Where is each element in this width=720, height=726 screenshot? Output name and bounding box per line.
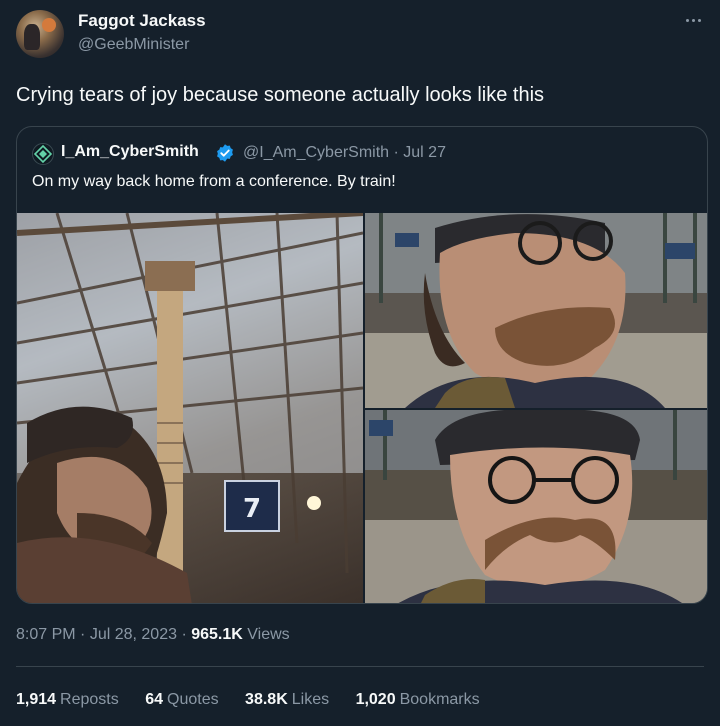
tweet-meta: 8:07 PM · Jul 28, 2023 · 965.1K Views	[16, 626, 290, 643]
bookmarks-stat[interactable]: 1,020 Bookmarks	[356, 691, 480, 709]
photo-station-roof[interactable]: 7	[17, 213, 363, 603]
tweet: Faggot Jackass @GeebMinister Crying tear…	[0, 0, 720, 726]
divider	[16, 666, 704, 667]
views-count: 965.1K	[191, 626, 243, 643]
photo-facing-camera[interactable]	[365, 410, 707, 603]
views-label: Views	[247, 626, 290, 643]
tweet-text: Crying tears of joy because someone actu…	[16, 84, 545, 106]
tweet-date[interactable]: Jul 28, 2023	[90, 626, 177, 643]
likes-count: 38.8K	[245, 691, 288, 708]
media-grid: 7	[17, 213, 707, 603]
reposts-label: Reposts	[60, 691, 119, 708]
reposts-stat[interactable]: 1,914 Reposts	[16, 691, 119, 709]
diamond-avatar-icon	[32, 143, 54, 165]
photo-looking-up[interactable]	[365, 213, 707, 408]
quotes-label: Quotes	[167, 691, 219, 708]
platform-number: 7	[243, 494, 261, 524]
quotes-count: 64	[145, 691, 163, 708]
likes-label: Likes	[291, 691, 330, 708]
quoted-author-name[interactable]: I_Am_CyberSmith	[61, 143, 199, 161]
quoted-handle-date[interactable]: @I_Am_CyberSmith · Jul 27	[243, 144, 446, 162]
bookmarks-count: 1,020	[355, 691, 396, 708]
verified-icon	[217, 144, 233, 162]
author-avatar[interactable]	[16, 10, 64, 58]
quoted-tweet[interactable]: I_Am_CyberSmith @I_Am_CyberSmith · Jul 2…	[16, 126, 708, 604]
author-handle[interactable]: @GeebMinister	[78, 36, 189, 54]
tweet-time[interactable]: 8:07 PM	[16, 626, 76, 643]
engagement-stats: 1,914 Reposts 64 Quotes 38.8K Likes 1,020 Bo…	[16, 691, 502, 709]
bookmarks-label: Bookmarks	[399, 691, 480, 708]
likes-stat[interactable]: 38.8K Likes	[245, 691, 329, 709]
more-icon[interactable]	[682, 10, 706, 30]
author-display-name[interactable]: Faggot Jackass	[78, 11, 206, 31]
reposts-count: 1,914	[16, 691, 57, 708]
quotes-stat[interactable]: 64 Quotes	[145, 691, 218, 709]
quoted-text: On my way back home from a conference. B…	[32, 173, 396, 190]
